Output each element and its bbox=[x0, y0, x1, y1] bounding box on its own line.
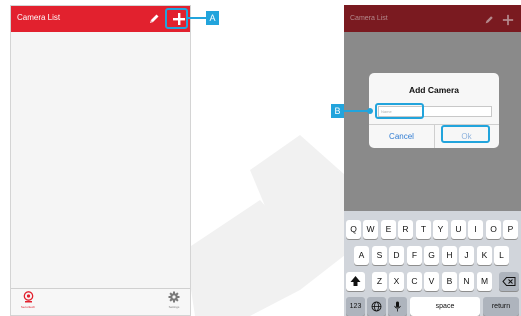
key-h[interactable]: H bbox=[442, 246, 457, 265]
globe-key[interactable] bbox=[367, 297, 386, 316]
add-camera-icon-dimmed bbox=[502, 14, 514, 26]
shift-key[interactable] bbox=[346, 272, 365, 291]
key-v[interactable]: V bbox=[424, 272, 439, 291]
callout-a-highlight bbox=[165, 8, 188, 29]
key-c[interactable]: C bbox=[407, 272, 422, 291]
onscreen-keyboard: Q W E R T Y U I O P A S D F G H J K L Z … bbox=[344, 211, 521, 316]
pencil-icon-dimmed bbox=[485, 16, 493, 24]
add-camera-screen: Camera List Add Camera Name Cancel Ok Q … bbox=[344, 5, 521, 316]
key-f[interactable]: F bbox=[407, 246, 422, 265]
key-j[interactable]: J bbox=[459, 246, 474, 265]
key-g[interactable]: G bbox=[424, 246, 439, 265]
key-p[interactable]: P bbox=[503, 220, 518, 239]
key-q[interactable]: Q bbox=[346, 220, 361, 239]
screenshot-stage: Camera List Securitech Settings A Camera… bbox=[0, 0, 521, 316]
key-x[interactable]: X bbox=[389, 272, 404, 291]
cancel-button[interactable]: Cancel bbox=[369, 125, 434, 148]
dialog-title: Add Camera bbox=[408, 85, 460, 95]
key-r[interactable]: R bbox=[398, 220, 413, 239]
callout-b-label: B bbox=[331, 104, 344, 118]
callout-a-line bbox=[188, 17, 206, 19]
key-b[interactable]: B bbox=[442, 272, 457, 291]
page-title: Camera List bbox=[17, 13, 61, 22]
tab-securitech-label: Securitech bbox=[20, 305, 36, 309]
delete-key[interactable] bbox=[499, 272, 519, 291]
space-key[interactable]: space bbox=[410, 297, 480, 316]
backspace-icon bbox=[502, 277, 516, 286]
numbers-key[interactable]: 123 bbox=[346, 297, 365, 316]
microphone-icon bbox=[394, 301, 401, 312]
key-d[interactable]: D bbox=[389, 246, 404, 265]
tab-settings[interactable]: Settings bbox=[161, 291, 187, 309]
key-w[interactable]: W bbox=[363, 220, 378, 239]
key-y[interactable]: Y bbox=[433, 220, 448, 239]
key-s[interactable]: S bbox=[372, 246, 387, 265]
key-i[interactable]: I bbox=[468, 220, 483, 239]
tab-bar: Securitech Settings bbox=[11, 288, 190, 315]
callout-b-line bbox=[344, 110, 369, 112]
key-o[interactable]: O bbox=[486, 220, 501, 239]
globe-icon bbox=[371, 301, 382, 312]
callout-b-dot bbox=[367, 108, 373, 114]
key-n[interactable]: N bbox=[459, 272, 474, 291]
app-header-dimmed: Camera List bbox=[344, 5, 521, 32]
camera-icon bbox=[23, 291, 33, 303]
pencil-icon[interactable] bbox=[148, 13, 160, 25]
key-m[interactable]: M bbox=[477, 272, 492, 291]
callout-a-label: A bbox=[206, 11, 219, 25]
return-key[interactable]: return bbox=[483, 297, 519, 316]
shift-arrow-icon bbox=[350, 276, 361, 286]
ok-button-highlight bbox=[441, 125, 490, 143]
camera-list-screen: Camera List Securitech Settings bbox=[10, 5, 191, 316]
key-k[interactable]: K bbox=[477, 246, 492, 265]
key-z[interactable]: Z bbox=[372, 272, 387, 291]
tab-settings-label: Settings bbox=[168, 305, 180, 309]
gear-icon bbox=[168, 291, 180, 303]
app-header: Camera List bbox=[11, 6, 190, 32]
key-u[interactable]: U bbox=[451, 220, 466, 239]
key-e[interactable]: E bbox=[381, 220, 396, 239]
dictation-key[interactable] bbox=[388, 297, 407, 316]
key-t[interactable]: T bbox=[416, 220, 431, 239]
page-title-dimmed: Camera List bbox=[350, 15, 388, 22]
key-a[interactable]: A bbox=[354, 246, 369, 265]
tab-securitech[interactable]: Securitech bbox=[17, 291, 39, 309]
callout-b-highlight bbox=[375, 103, 424, 119]
key-l[interactable]: L bbox=[494, 246, 509, 265]
